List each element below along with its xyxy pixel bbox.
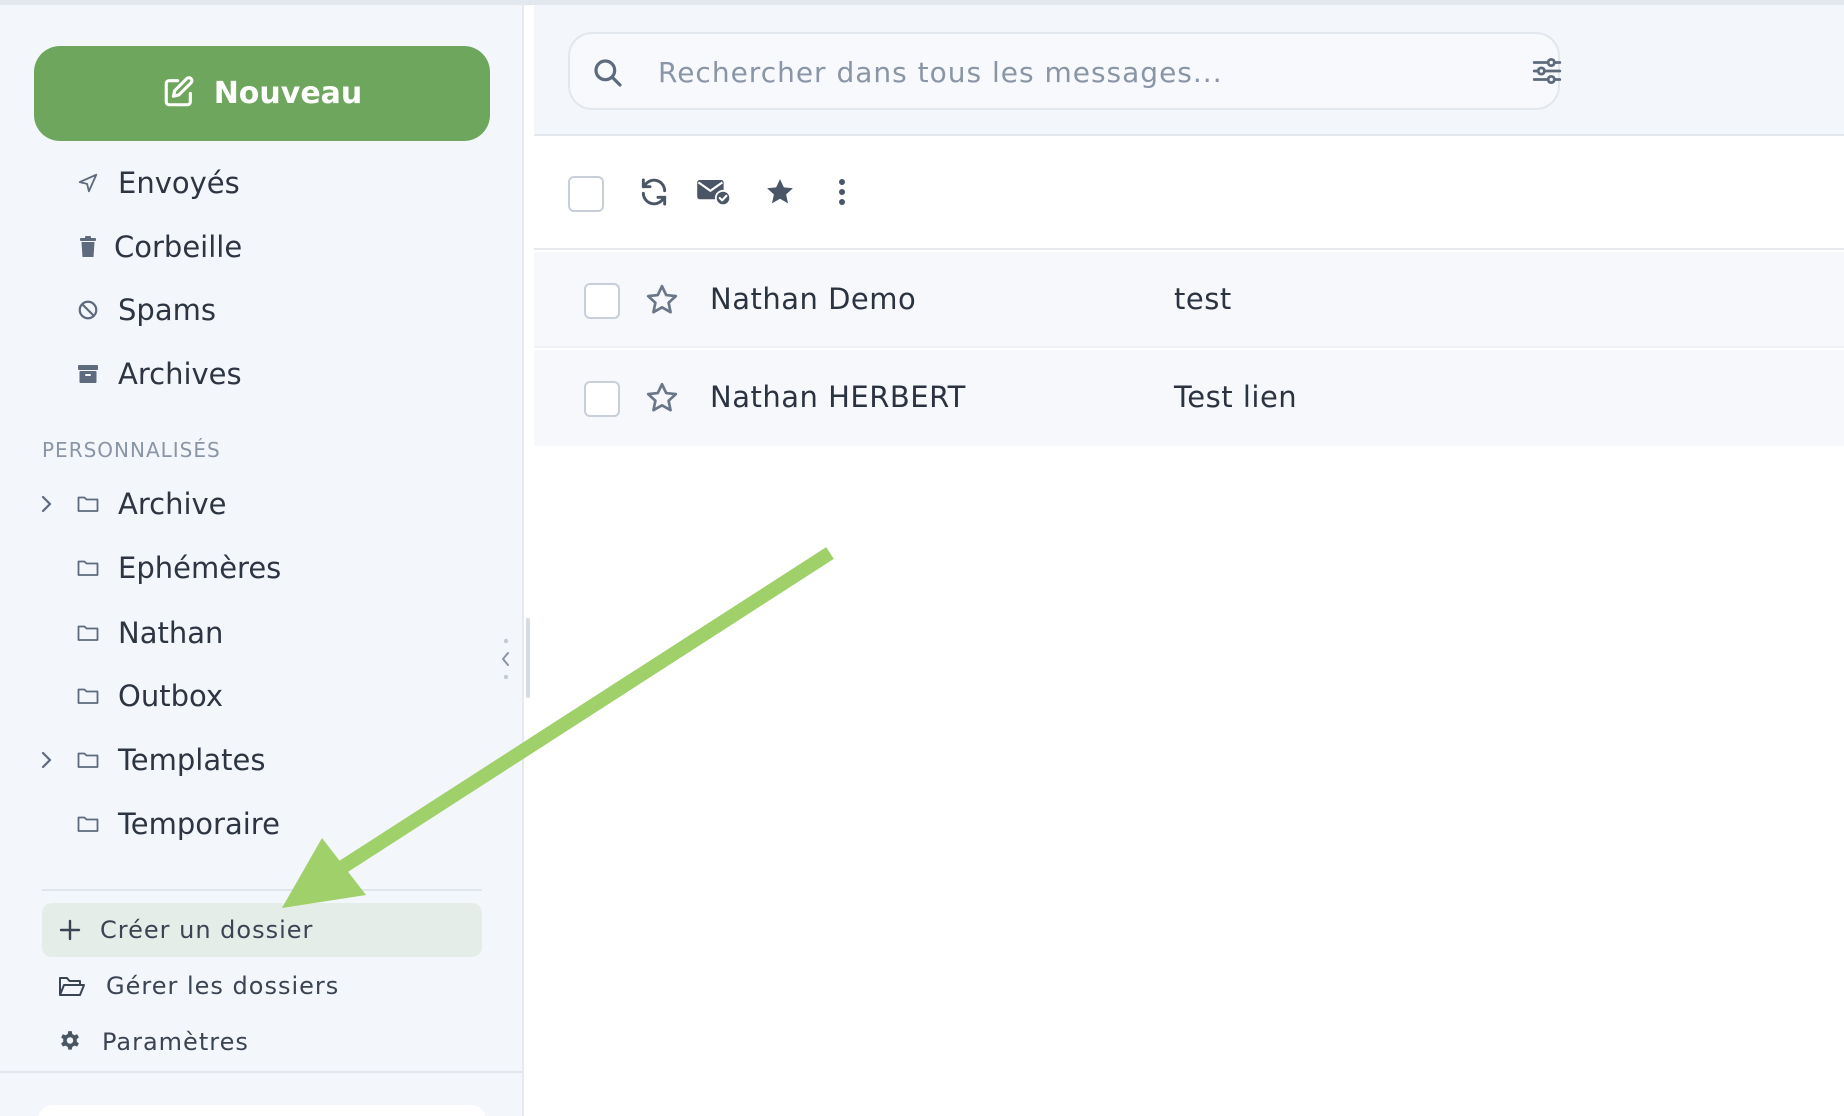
- settings-button[interactable]: Paramètres: [42, 1015, 482, 1069]
- sidebar-item-label: Archive: [118, 487, 227, 521]
- gear-icon: [56, 1028, 84, 1056]
- folder-icon: [76, 748, 100, 772]
- folder-open-icon: [58, 972, 86, 1000]
- message-sender: Nathan HERBERT: [710, 380, 966, 414]
- message-list-pane: Nathan Demo test Nathan HERBERT Test lie…: [534, 5, 1844, 1116]
- mark-read-icon[interactable]: [692, 172, 736, 212]
- sidebar-footer-divider: [0, 1071, 522, 1073]
- archive-box-icon: [76, 362, 100, 386]
- sidebar-resize-handle[interactable]: [526, 618, 530, 698]
- trash-icon: [76, 235, 100, 259]
- folder-icon: [76, 684, 100, 708]
- more-vertical-icon[interactable]: [830, 172, 854, 212]
- message-subject: test: [1174, 282, 1232, 316]
- folder-icon: [76, 556, 100, 580]
- message-checkbox[interactable]: [584, 381, 620, 417]
- collapse-sidebar-handle[interactable]: [498, 635, 514, 683]
- new-message-button[interactable]: Nouveau: [34, 46, 490, 141]
- plus-icon: [56, 916, 84, 944]
- message-checkbox[interactable]: [584, 283, 620, 319]
- search-icon: [594, 59, 622, 87]
- sidebar-item-archive[interactable]: Archive: [0, 476, 522, 532]
- star-outline-icon[interactable]: [644, 282, 680, 318]
- message-toolbar: [534, 138, 1844, 250]
- sidebar-item-label: Spams: [118, 293, 216, 327]
- search-bar[interactable]: [568, 32, 1562, 110]
- sidebar-item-archives[interactable]: Archives: [0, 346, 522, 402]
- sidebar-footer-card: [38, 1105, 486, 1116]
- sidebar-divider: [42, 889, 482, 891]
- sidebar-item-label: Temporaire: [118, 807, 280, 841]
- sidebar-item-label: Outbox: [118, 679, 223, 713]
- refresh-icon[interactable]: [634, 172, 674, 212]
- filter-sliders-icon[interactable]: [1530, 54, 1564, 88]
- sidebar-item-label: Envoyés: [118, 166, 240, 200]
- star-icon[interactable]: [760, 172, 800, 212]
- message-sender: Nathan Demo: [710, 282, 917, 316]
- sidebar-item-outbox[interactable]: Outbox: [0, 668, 522, 724]
- sidebar: Nouveau Envoyés Corbeille Spams Archives…: [0, 5, 524, 1116]
- sidebar-item-spam[interactable]: Spams: [0, 282, 522, 338]
- message-row[interactable]: Nathan HERBERT Test lien: [534, 350, 1844, 446]
- folder-icon: [76, 812, 100, 836]
- sidebar-item-label: Templates: [118, 743, 266, 777]
- sidebar-item-label: Ephémères: [118, 551, 282, 585]
- sidebar-item-label: Nathan: [118, 616, 224, 650]
- sidebar-item-label: Corbeille: [114, 230, 243, 264]
- sidebar-item-temporaire[interactable]: Temporaire: [0, 796, 522, 852]
- sidebar-item-label: Archives: [118, 357, 242, 391]
- sidebar-item-nathan[interactable]: Nathan: [0, 605, 522, 661]
- search-input[interactable]: [658, 50, 1458, 94]
- compose-icon: [162, 75, 196, 113]
- sidebar-item-sent[interactable]: Envoyés: [0, 155, 522, 211]
- search-header: [534, 5, 1844, 136]
- custom-folders-heading: PERSONNALISÉS: [42, 438, 221, 462]
- ban-icon: [76, 298, 100, 322]
- star-outline-icon[interactable]: [644, 380, 680, 416]
- chevron-right-icon[interactable]: [36, 494, 56, 514]
- message-row[interactable]: Nathan Demo test: [534, 252, 1844, 348]
- new-message-label: Nouveau: [213, 76, 363, 111]
- folder-icon: [76, 621, 100, 645]
- select-all-checkbox[interactable]: [568, 176, 604, 212]
- folder-icon: [76, 492, 100, 516]
- sidebar-item-ephemeres[interactable]: Ephémères: [0, 540, 522, 596]
- sidebar-item-trash[interactable]: Corbeille: [0, 219, 522, 275]
- message-subject: Test lien: [1174, 380, 1298, 414]
- send-icon: [76, 171, 100, 195]
- settings-label: Paramètres: [102, 1028, 249, 1056]
- create-folder-label: Créer un dossier: [100, 916, 314, 944]
- create-folder-button[interactable]: Créer un dossier: [42, 903, 482, 957]
- sidebar-item-templates[interactable]: Templates: [0, 732, 522, 788]
- manage-folders-button[interactable]: Gérer les dossiers: [42, 959, 482, 1013]
- manage-folders-label: Gérer les dossiers: [106, 972, 340, 1000]
- chevron-right-icon[interactable]: [36, 750, 56, 770]
